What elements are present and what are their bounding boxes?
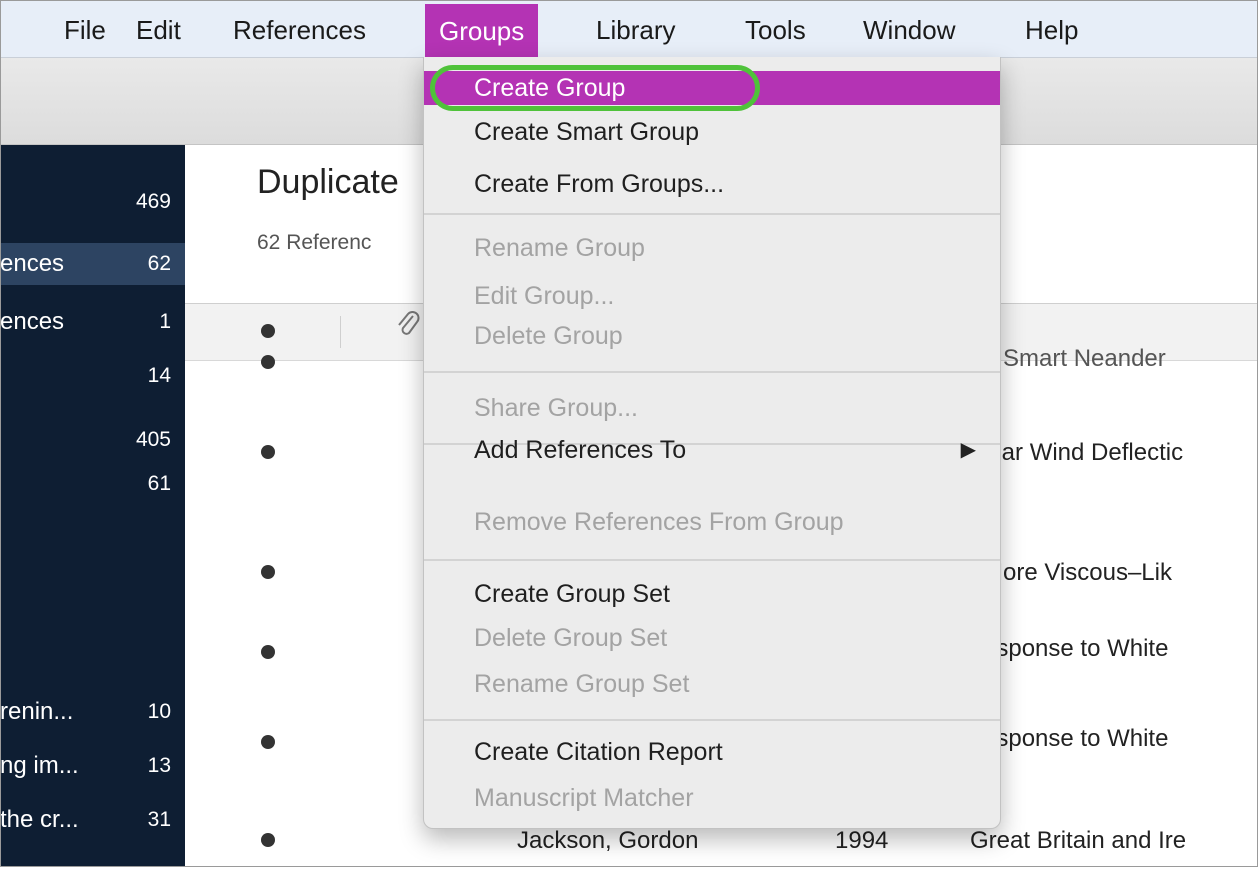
table-row[interactable]: Jackson, Gordon 1994 Great Britain and I…: [185, 825, 1258, 881]
menu-edit[interactable]: Edit: [136, 0, 181, 57]
menu-help[interactable]: Help: [1025, 0, 1078, 57]
read-status-dot: [261, 833, 275, 847]
menu-groups[interactable]: Groups: [425, 4, 539, 57]
menu-item-add-references-to[interactable]: Add References To ▶: [424, 433, 1000, 467]
sidebar-item-label: ng im...: [0, 752, 79, 779]
menu-item-create-smart-group[interactable]: Create Smart Group: [424, 115, 1000, 149]
menu-bar: File Edit References Groups Library Tool…: [0, 0, 1258, 58]
sidebar-item-count: 31: [147, 808, 171, 831]
menu-separator: [424, 719, 1000, 721]
sidebar-item-label: the cr...: [0, 806, 79, 833]
menu-references[interactable]: References: [233, 0, 366, 57]
title-cell: olar Wind Deflectic: [983, 439, 1184, 466]
sidebar-item-label: ences: [0, 308, 65, 335]
sidebar-item-count: 10: [147, 700, 171, 723]
menu-item-delete-group: Delete Group: [474, 322, 623, 350]
menu-item-manuscript-matcher: Manuscript Matcher: [474, 784, 694, 812]
read-status-dot: [261, 735, 275, 749]
groups-menu-dropdown: Create Group Create Smart Group Create F…: [423, 57, 1001, 829]
sidebar-item[interactable]: 14: [0, 355, 185, 397]
sidebar-item-unfiled-references[interactable]: ences 1: [0, 301, 185, 343]
sidebar-item-group[interactable]: the cr... 31: [0, 799, 185, 841]
paperclip-icon[interactable]: [395, 310, 421, 347]
group-title: Duplicate: [257, 163, 399, 201]
menu-item-create-from-groups[interactable]: Create From Groups...: [424, 167, 1000, 201]
menu-item-rename-group-set: Rename Group Set: [474, 670, 690, 698]
title-cell: More Viscous–Lik: [983, 559, 1172, 586]
sidebar-item-count: 61: [147, 472, 171, 495]
read-status-column-icon[interactable]: [261, 324, 275, 338]
menu-separator: [424, 371, 1000, 373]
title-cell: esponse to White: [983, 725, 1169, 752]
sidebar-item-label: ences: [0, 250, 65, 277]
menu-item-rename-group: Rename Group: [474, 234, 645, 262]
read-status-dot: [261, 565, 275, 579]
menu-item-remove-references-from-group: Remove References From Group: [474, 508, 844, 536]
menu-item-create-citation-report[interactable]: Create Citation Report: [424, 735, 1000, 769]
menu-item-share-group: Share Group...: [474, 394, 638, 422]
menu-file[interactable]: File: [64, 0, 106, 57]
menu-separator: [424, 213, 1000, 215]
menu-item-create-group-set[interactable]: Create Group Set: [424, 577, 1000, 611]
sidebar-item[interactable]: 61: [0, 463, 185, 505]
title-cell: e Smart Neander: [983, 345, 1166, 372]
sidebar-item-count: 13: [147, 754, 171, 777]
menu-library[interactable]: Library: [596, 0, 675, 57]
read-status-dot: [261, 445, 275, 459]
submenu-arrow-icon: ▶: [960, 439, 976, 461]
menu-item-create-group[interactable]: Create Group: [424, 71, 1000, 105]
sidebar-item-duplicate-references[interactable]: ences 62: [0, 243, 185, 285]
reference-count: 62 Referenc: [257, 231, 372, 254]
title-cell: Great Britain and Ire: [970, 827, 1187, 854]
menu-separator: [424, 559, 1000, 561]
read-status-dot: [261, 355, 275, 369]
year-cell: 1994: [835, 827, 889, 854]
menu-item-edit-group: Edit Group...: [474, 282, 615, 310]
sidebar-item-count: 469: [135, 190, 171, 213]
title-cell: esponse to White: [983, 635, 1169, 662]
column-divider: [340, 316, 341, 348]
sidebar-item-count: 405: [135, 428, 171, 451]
sidebar-item-group[interactable]: ng im... 13: [0, 745, 185, 787]
sidebar-item-count: 14: [147, 364, 171, 387]
read-status-dot: [261, 645, 275, 659]
sidebar-item-count: 1: [159, 310, 171, 333]
sidebar-item-count: 62: [147, 252, 171, 275]
groups-sidebar: 469 ences 62 ences 1 14 405 61 renin... …: [0, 145, 185, 867]
menu-item-delete-group-set: Delete Group Set: [474, 624, 668, 652]
menu-tools[interactable]: Tools: [745, 0, 806, 57]
menu-window[interactable]: Window: [863, 0, 955, 57]
menu-item-label: Add References To: [474, 436, 687, 464]
sidebar-item-all-references[interactable]: 469: [0, 181, 185, 223]
author-cell: Jackson, Gordon: [517, 827, 699, 854]
sidebar-item-label: renin...: [0, 698, 74, 725]
sidebar-item-group[interactable]: renin... 10: [0, 691, 185, 733]
sidebar-item[interactable]: 405: [0, 419, 185, 461]
